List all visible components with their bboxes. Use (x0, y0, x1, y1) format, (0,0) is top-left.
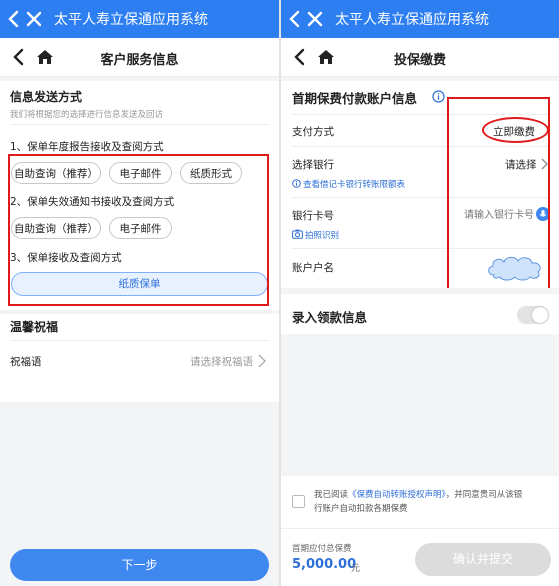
section-gap (281, 77, 559, 81)
submit-button[interactable]: 确认并提交 (415, 543, 551, 576)
bank-label: 选择银行 (292, 159, 334, 171)
chevron-right-icon (258, 354, 266, 368)
total-premium-unit: 元 (351, 564, 361, 574)
agreement-line1: 我已阅读《保费自动转账授权声明》，并同意贵司从该银 (314, 488, 522, 502)
close-icon[interactable] (306, 9, 324, 29)
section-gap (0, 310, 279, 314)
account-section-title: 首期保费付款账户信息 (292, 91, 418, 106)
info-icon (292, 179, 301, 188)
section-gap (281, 288, 559, 294)
highlight-box (447, 97, 550, 293)
agreement-checkbox[interactable] (292, 495, 305, 508)
agreement-text: 我已阅读《保费自动转账授权声明》，并同意贵司从该银 行账户自动扣款各期保费 (314, 488, 522, 516)
photo-recognition-link[interactable]: 拍照识别 (305, 229, 339, 241)
camera-icon (292, 229, 303, 239)
info-icon[interactable] (432, 90, 445, 103)
total-premium-amount: 5,000.00 (292, 557, 357, 572)
page-nav-bar: 客户服务信息 (0, 38, 279, 77)
page-nav-bar: 投保缴费 (281, 38, 559, 77)
authorization-statement-link[interactable]: 《保费自动转账授权声明》 (348, 490, 446, 500)
app-title: 太平人寿立保通应用系统 (54, 12, 208, 28)
payee-toggle[interactable] (517, 306, 549, 324)
page-title: 客户服务信息 (100, 53, 179, 68)
bank-limit-link[interactable]: 查看借记卡银行转账限额表 (303, 178, 405, 190)
page-background (281, 334, 559, 476)
divider (281, 528, 559, 529)
send-method-title: 信息发送方式 (10, 90, 83, 104)
back-arrow-icon[interactable] (287, 9, 303, 29)
annual-report-label: 1、保单年度报告接收及查阅方式 (10, 141, 164, 153)
greeting-section-title: 温馨祝福 (10, 320, 59, 334)
payment-method-label: 支付方式 (292, 126, 334, 138)
next-button[interactable]: 下一步 (10, 549, 269, 581)
app-title-bar: 太平人寿立保通应用系统 (0, 0, 279, 38)
agreement-suffix: ，并同意贵司从该银 (445, 490, 523, 500)
back-arrow-icon[interactable] (6, 9, 22, 29)
customer-service-screen: 太平人寿立保通应用系统 客户服务信息 信息发送方式 我们将根据您的选择进行信息发… (0, 0, 279, 586)
toggle-knob (532, 307, 548, 323)
divider (10, 340, 269, 341)
account-name-label: 账户户名 (292, 262, 334, 274)
agreement-prefix: 我已阅读 (314, 490, 349, 500)
total-premium-label: 首期应付总保费 (292, 544, 352, 554)
page-title: 投保缴费 (393, 53, 446, 68)
greeting-row[interactable]: 祝福语 请选择祝福语 (0, 346, 279, 376)
section-gap (0, 77, 279, 81)
greeting-label: 祝福语 (10, 356, 42, 368)
payment-screen: 太平人寿立保通应用系统 投保缴费 首期保费付款账户信息 支付方式 立即缴费 选择… (281, 0, 559, 586)
greeting-placeholder: 请选择祝福语 (190, 356, 253, 368)
close-icon[interactable] (25, 9, 43, 29)
payee-section-title: 录入领款信息 (292, 310, 368, 325)
app-title: 太平人寿立保通应用系统 (335, 12, 489, 28)
agreement-line2: 行账户自动扣款各期保费 (314, 504, 408, 514)
divider (10, 124, 269, 125)
highlight-box (8, 154, 269, 306)
card-number-label: 银行卡号 (292, 210, 334, 222)
app-title-bar: 太平人寿立保通应用系统 (281, 0, 559, 38)
send-method-subtitle: 我们将根据您的选择进行信息发送及回访 (10, 110, 164, 120)
